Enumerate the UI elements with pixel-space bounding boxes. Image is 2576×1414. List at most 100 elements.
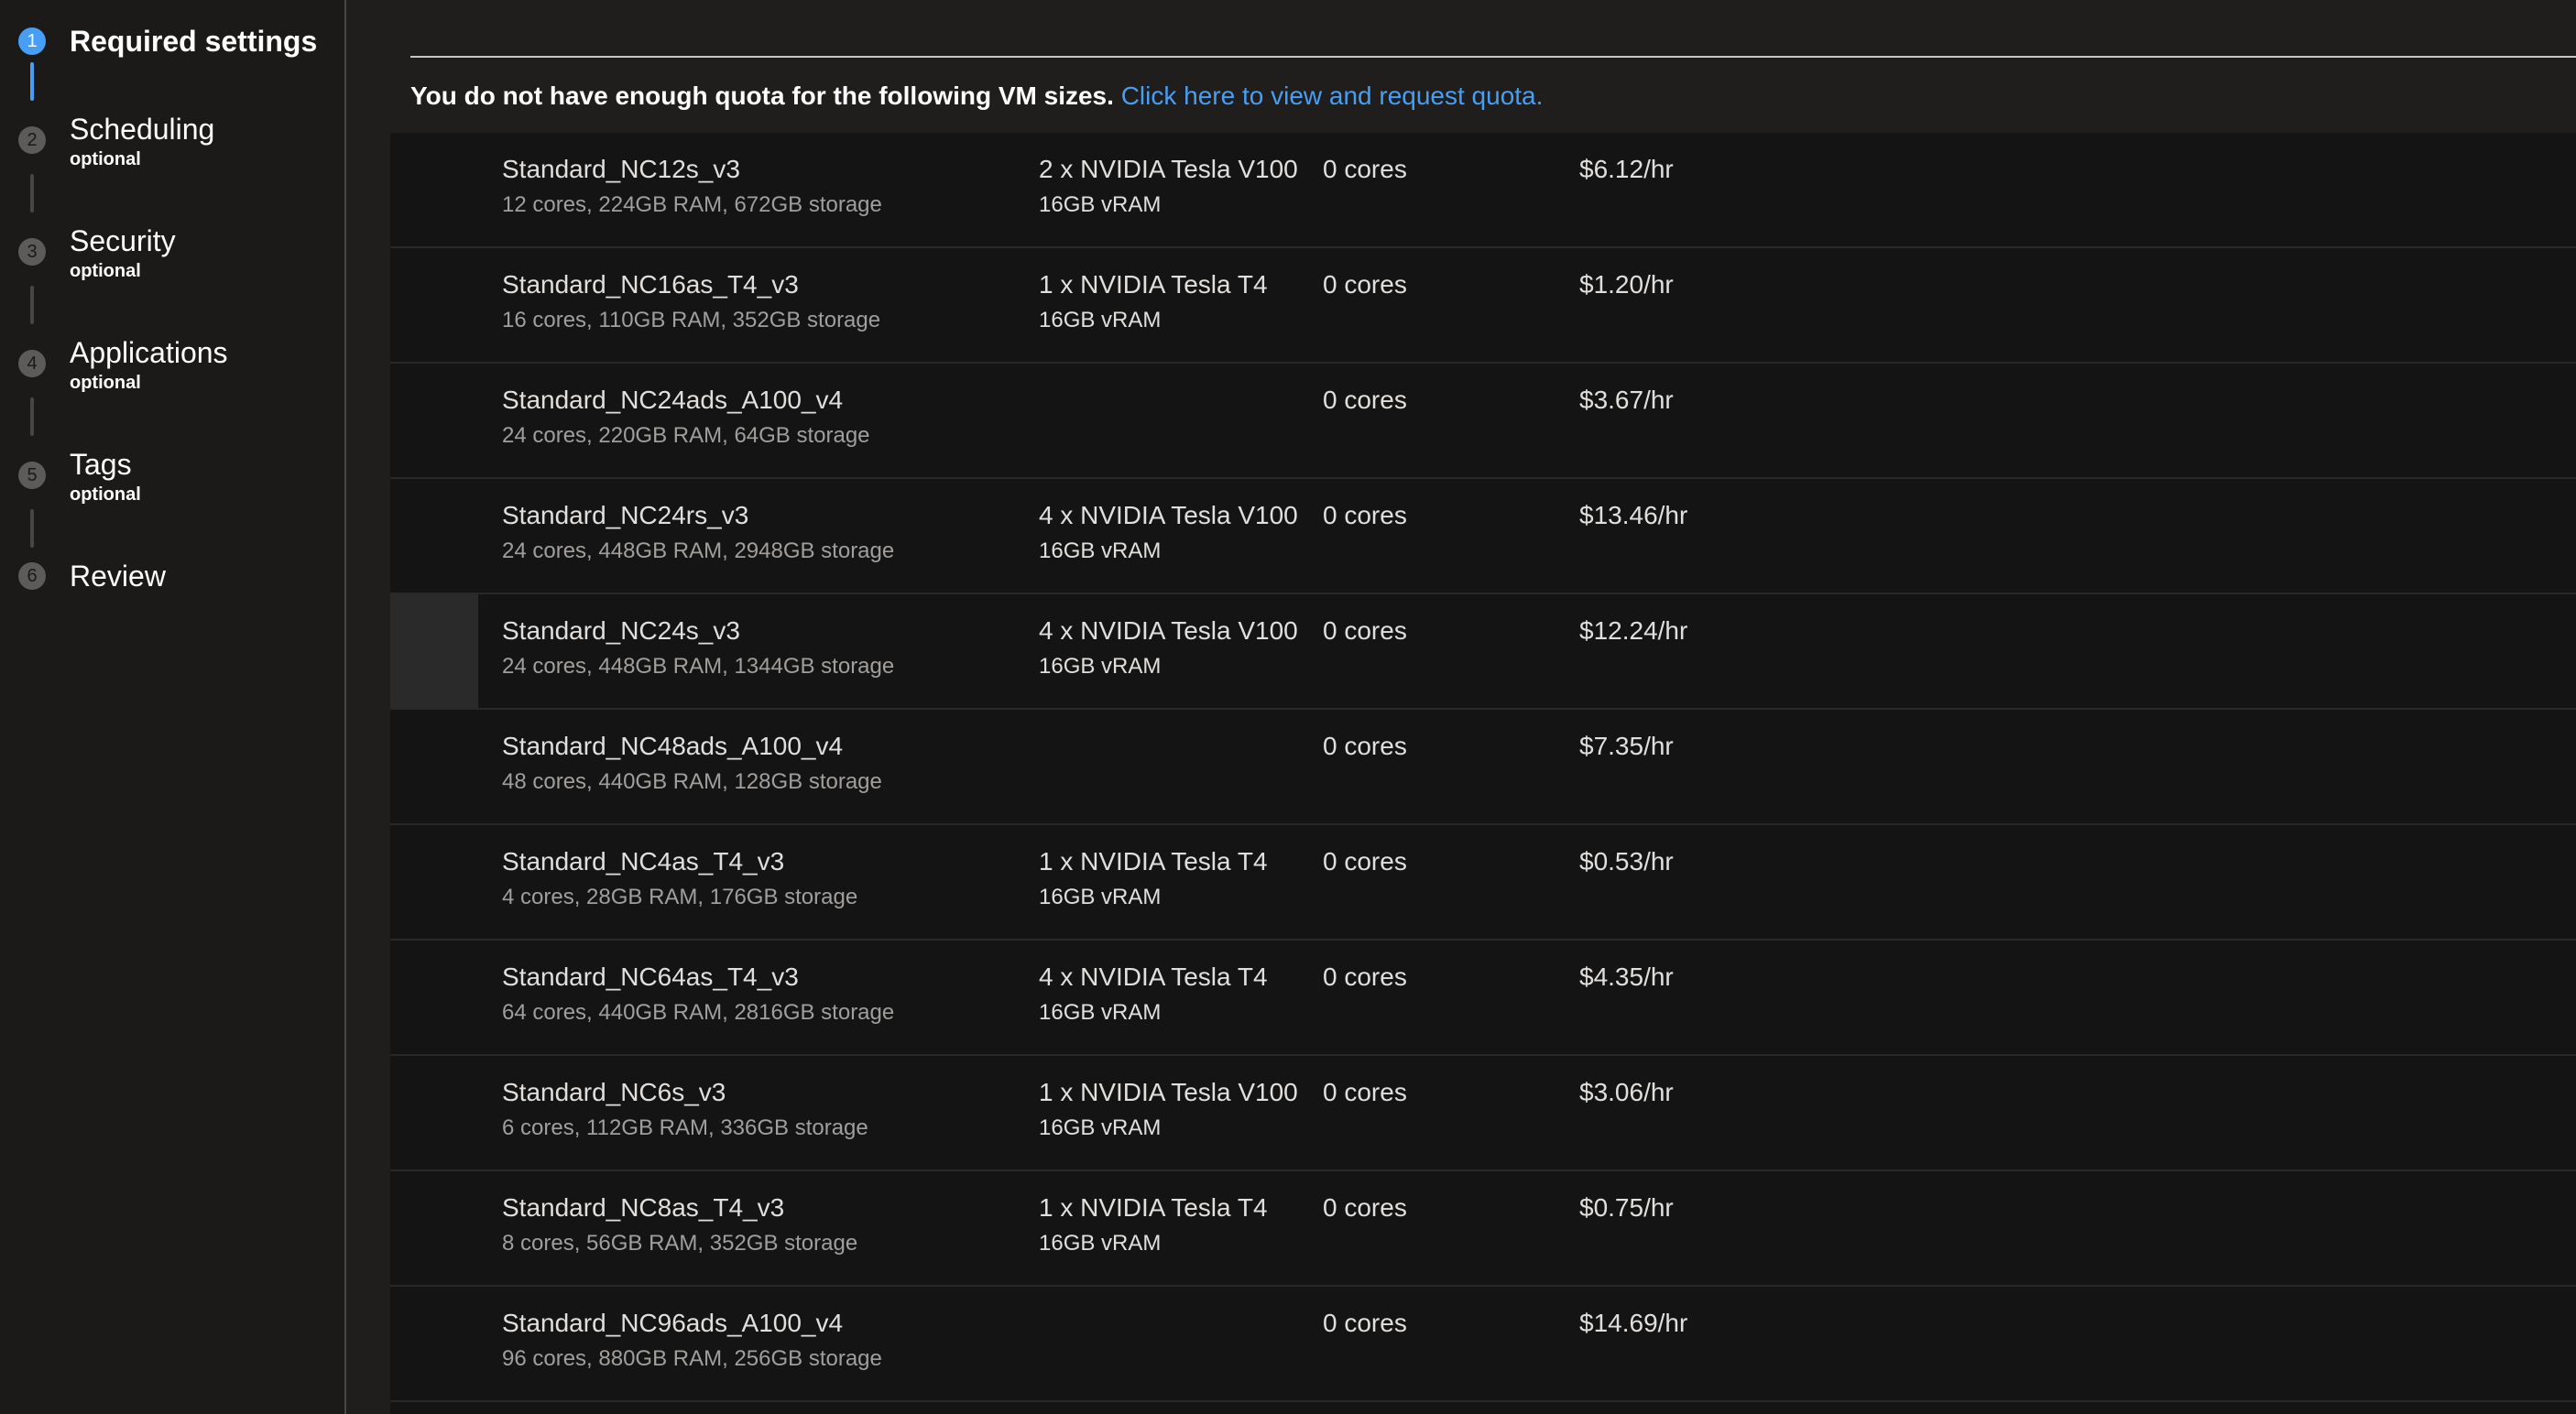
step-connector [30, 397, 34, 436]
vm-gpu: 1 x NVIDIA Tesla T4 [1039, 270, 1268, 299]
vm-size-row[interactable]: Standard_NC48ads_A100_v4 48 cores, 440GB… [390, 710, 2576, 825]
vm-size-name: Standard_NC96ads_A100_v4 [502, 1309, 844, 1337]
step-security[interactable]: 3 Security optional [0, 220, 343, 286]
section-divider [410, 56, 2576, 58]
vm-gpu: 1 x NVIDIA Tesla T4 [1039, 847, 1268, 876]
main-content: You do not have enough quota for the fol… [346, 0, 2576, 1414]
vm-gpu: 4 x NVIDIA Tesla V100 [1039, 501, 1298, 529]
vm-price: $14.69/hr [1579, 1309, 1688, 1337]
step-review[interactable]: 6 Review [0, 555, 343, 601]
row-selector[interactable] [390, 364, 478, 477]
vm-price: $6.12/hr [1579, 155, 1674, 183]
row-selector[interactable] [390, 1287, 478, 1400]
vm-size-spec: 24 cores, 448GB RAM, 1344GB storage [502, 654, 895, 679]
vm-size-row[interactable]: Standard_NC64as_T4_v3 64 cores, 440GB RA… [390, 941, 2576, 1056]
step-number-badge: 2 [18, 126, 46, 154]
vm-quota-cores: 0 cores [1323, 963, 1407, 991]
vm-size-spec: 64 cores, 440GB RAM, 2816GB storage [502, 1000, 895, 1025]
vm-price: $0.75/hr [1579, 1193, 1674, 1222]
vm-gpu: 1 x NVIDIA Tesla T4 [1039, 1193, 1268, 1222]
vm-size-row[interactable]: Standard_NC24ads_A100_v4 24 cores, 220GB… [390, 364, 2576, 479]
step-connector [30, 174, 34, 212]
row-selector[interactable] [390, 133, 478, 246]
vm-gpu: 2 x NVIDIA Tesla V100 [1039, 155, 1298, 183]
vm-gpu: 1 x NVIDIA Tesla V100 [1039, 1078, 1298, 1106]
vm-price: $4.35/hr [1579, 963, 1674, 991]
vm-size-name: Standard_NC12s_v3 [502, 155, 740, 183]
vm-size-name: Standard_NC64as_T4_v3 [502, 963, 799, 991]
vm-size-spec: 12 cores, 224GB RAM, 672GB storage [502, 192, 882, 217]
vm-vram: 16GB vRAM [1039, 1000, 1162, 1025]
vm-quota-cores: 0 cores [1323, 616, 1407, 645]
vm-size-row[interactable]: Standard_NC96ads_A100_v4 96 cores, 880GB… [390, 1287, 2576, 1402]
create-compute-wizard: 1 Required settings 2 Scheduling optiona… [0, 0, 2576, 1414]
step-title: Security [70, 224, 176, 257]
row-selector[interactable] [390, 825, 478, 939]
vm-quota-cores: 0 cores [1323, 847, 1407, 876]
vm-size-spec: 4 cores, 28GB RAM, 176GB storage [502, 885, 858, 909]
vm-gpu: 4 x NVIDIA Tesla V100 [1039, 616, 1298, 645]
vm-size-name: Standard_NC6s_v3 [502, 1078, 726, 1106]
row-selector[interactable] [390, 248, 478, 362]
step-number-badge: 5 [18, 462, 46, 489]
vm-size-name: Standard_NC24rs_v3 [502, 501, 749, 529]
vm-vram: 16GB vRAM [1039, 654, 1162, 679]
vm-size-spec: 24 cores, 220GB RAM, 64GB storage [502, 423, 870, 448]
vm-size-row[interactable]: Standard_NC8as_T4_v3 8 cores, 56GB RAM, … [390, 1171, 2576, 1287]
vm-price: $0.53/hr [1579, 847, 1674, 876]
vm-quota-cores: 0 cores [1323, 501, 1407, 529]
vm-size-spec: 6 cores, 112GB RAM, 336GB storage [502, 1115, 868, 1140]
step-optional-label: optional [70, 149, 141, 169]
step-number-badge: 3 [18, 238, 46, 266]
vm-size-row[interactable]: Standard_NC24s_v3 24 cores, 448GB RAM, 1… [390, 594, 2576, 710]
wizard-stepper: 1 Required settings 2 Scheduling optiona… [0, 0, 346, 1414]
vm-size-row[interactable]: Standard_NC4as_T4_v3 4 cores, 28GB RAM, … [390, 825, 2576, 941]
vm-size-spec: 24 cores, 448GB RAM, 2948GB storage [502, 538, 895, 563]
vm-gpu: 4 x NVIDIA Tesla T4 [1039, 963, 1268, 991]
vm-size-name: Standard_NC16as_T4_v3 [502, 270, 799, 299]
step-title: Review [70, 560, 166, 593]
vm-size-row[interactable]: Standard_NC16as_T4_v3 16 cores, 110GB RA… [390, 248, 2576, 364]
step-required-settings[interactable]: 1 Required settings [0, 20, 343, 66]
vm-price: $13.46/hr [1579, 501, 1688, 529]
vm-quota-cores: 0 cores [1323, 386, 1407, 414]
step-title: Required settings [70, 25, 318, 58]
row-selector[interactable] [390, 479, 478, 593]
request-quota-link[interactable]: Click here to view and request quota. [1121, 82, 1544, 110]
vm-size-row[interactable]: Standard_NC12s_v3 12 cores, 224GB RAM, 6… [390, 133, 2576, 248]
step-number-badge: 4 [18, 350, 46, 377]
vm-size-spec: 48 cores, 440GB RAM, 128GB storage [502, 769, 882, 794]
step-applications[interactable]: 4 Applications optional [0, 332, 343, 397]
vm-quota-cores: 0 cores [1323, 270, 1407, 299]
row-selector[interactable] [390, 710, 478, 823]
step-optional-label: optional [70, 373, 141, 393]
step-connector [30, 62, 34, 101]
vm-price: $7.35/hr [1579, 732, 1674, 760]
vm-size-spec: 8 cores, 56GB RAM, 352GB storage [502, 1231, 858, 1256]
row-selector[interactable] [390, 941, 478, 1054]
vm-vram: 16GB vRAM [1039, 538, 1162, 563]
vm-size-row[interactable]: Standard_NC6s_v3 6 cores, 112GB RAM, 336… [390, 1056, 2576, 1171]
quota-notice: You do not have enough quota for the fol… [410, 79, 1543, 114]
vm-vram: 16GB vRAM [1039, 885, 1162, 909]
vm-price: $1.20/hr [1579, 270, 1674, 299]
step-tags[interactable]: 5 Tags optional [0, 443, 343, 509]
row-selector[interactable] [390, 1171, 478, 1285]
insufficient-quota-vm-list: Standard_NC12s_v3 12 cores, 224GB RAM, 6… [390, 133, 2576, 1414]
vm-quota-cores: 0 cores [1323, 732, 1407, 760]
step-connector [30, 509, 34, 548]
vm-price: $3.67/hr [1579, 386, 1674, 414]
row-selector[interactable] [390, 594, 478, 708]
vm-size-name: Standard_NC8as_T4_v3 [502, 1193, 785, 1222]
step-title: Applications [70, 336, 228, 369]
vm-quota-cores: 0 cores [1323, 1078, 1407, 1106]
step-title: Tags [70, 448, 132, 481]
vm-size-name: Standard_NC24ads_A100_v4 [502, 386, 844, 414]
step-number-badge: 6 [18, 562, 46, 590]
row-selector[interactable] [390, 1056, 478, 1169]
vm-quota-cores: 0 cores [1323, 155, 1407, 183]
vm-size-row[interactable]: Standard_NC24rs_v3 24 cores, 448GB RAM, … [390, 479, 2576, 594]
vm-quota-cores: 0 cores [1323, 1309, 1407, 1337]
vm-size-name: Standard_NC24s_v3 [502, 616, 740, 645]
step-scheduling[interactable]: 2 Scheduling optional [0, 108, 343, 174]
